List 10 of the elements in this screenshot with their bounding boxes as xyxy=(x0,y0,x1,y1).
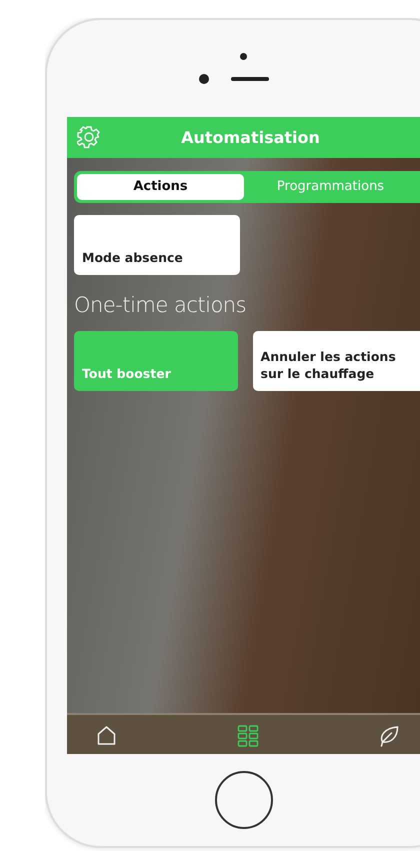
action-tile[interactable]: Annuler les actions sur le chauffage xyxy=(252,330,420,391)
tab[interactable]: Actions xyxy=(77,174,244,200)
section-title: One-time actions xyxy=(74,292,248,317)
grid-icon[interactable] xyxy=(236,724,260,748)
home-button[interactable] xyxy=(214,771,272,830)
sensor-icon xyxy=(240,52,247,60)
speaker-icon xyxy=(230,76,268,81)
camera-icon xyxy=(198,74,208,84)
header-title: Automatisation xyxy=(180,128,321,147)
action-tile[interactable]: Mode absence xyxy=(74,214,240,275)
